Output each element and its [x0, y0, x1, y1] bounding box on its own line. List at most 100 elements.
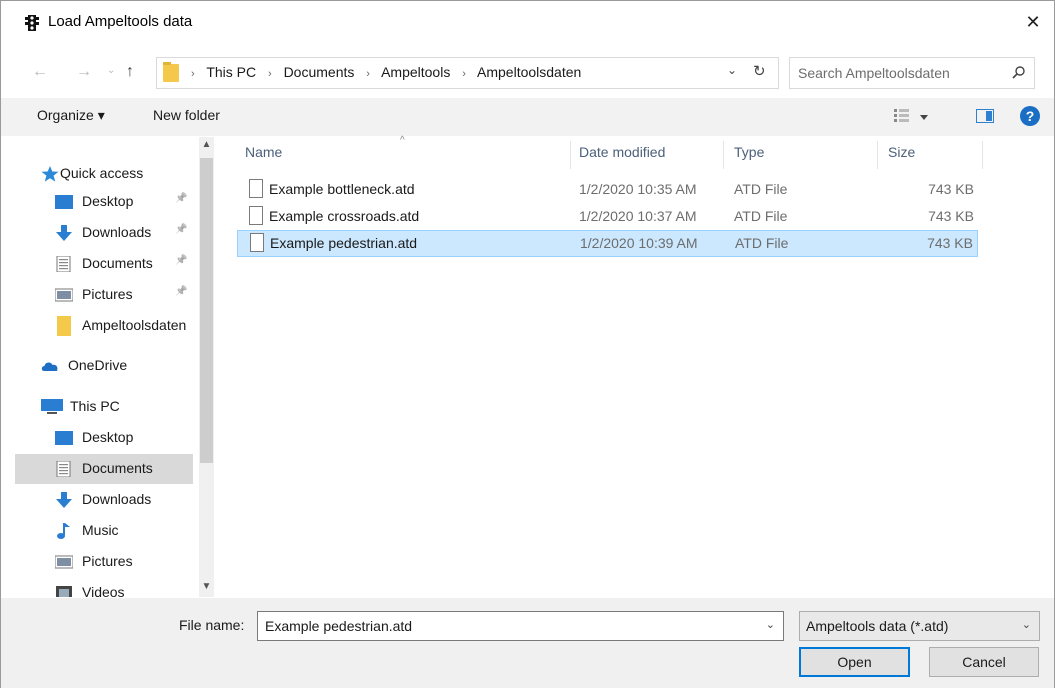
- sidebar-item-documents[interactable]: Documents 📌: [15, 249, 195, 279]
- sidebar-item-pc-documents[interactable]: Documents: [15, 454, 193, 484]
- sidebar-item-label: Music: [82, 522, 119, 538]
- breadcrumb-ampeltoolsdaten[interactable]: Ampeltoolsdaten: [477, 64, 581, 80]
- help-icon[interactable]: ?: [1020, 106, 1040, 126]
- computer-icon: [41, 399, 63, 414]
- breadcrumb-documents[interactable]: Documents: [284, 64, 355, 80]
- sidebar-item-label: Downloads: [82, 224, 152, 240]
- organize-button[interactable]: Organize ▾: [37, 107, 105, 124]
- column-divider[interactable]: [723, 141, 724, 169]
- pin-icon[interactable]: 📌: [175, 224, 187, 235]
- column-divider[interactable]: [570, 141, 571, 169]
- column-divider[interactable]: [982, 141, 983, 169]
- downloads-icon: [56, 492, 72, 508]
- pin-icon[interactable]: 📌: [175, 286, 187, 297]
- file-type-select[interactable]: Ampeltools data (*.atd) ⌄: [799, 611, 1040, 641]
- sidebar-item-this-pc[interactable]: This PC: [15, 392, 195, 422]
- file-size: 743 KB: [928, 208, 974, 224]
- sidebar-item-ampeltoolsdaten[interactable]: Ampeltoolsdaten: [15, 311, 195, 341]
- close-button[interactable]: ✕: [1016, 7, 1050, 37]
- sidebar-item-label: Documents: [82, 255, 153, 271]
- up-button[interactable]: ↑: [126, 63, 134, 81]
- file-name-field[interactable]: Example pedestrian.atd ⌄: [257, 611, 784, 641]
- scrollbar-thumb[interactable]: [200, 158, 213, 463]
- close-icon: ✕: [1025, 12, 1041, 32]
- breadcrumb-separator[interactable]: ›: [462, 68, 466, 80]
- file-type: ATD File: [734, 208, 788, 224]
- column-name[interactable]: Name: [245, 144, 282, 160]
- sidebar-item-onedrive[interactable]: OneDrive: [15, 351, 195, 381]
- breadcrumb-separator[interactable]: ›: [268, 68, 272, 80]
- file-name: Example bottleneck.atd: [269, 181, 415, 197]
- breadcrumb-separator[interactable]: ›: [366, 68, 370, 80]
- sidebar-item-label: Desktop: [82, 193, 134, 209]
- address-dropdown-icon[interactable]: ⌄: [727, 63, 737, 77]
- preview-pane-icon[interactable]: [976, 109, 994, 123]
- chevron-down-icon[interactable]: ⌄: [766, 618, 775, 631]
- documents-icon: [56, 461, 71, 477]
- address-bar[interactable]: › This PC › Documents › Ampeltools › Amp…: [156, 57, 779, 89]
- refresh-icon[interactable]: ↻: [753, 62, 766, 80]
- documents-icon: [56, 256, 71, 272]
- scroll-down-icon[interactable]: ▼: [199, 581, 214, 592]
- search-input[interactable]: Search Ampeltoolsdaten: [789, 57, 1035, 89]
- scroll-up-icon[interactable]: ▲: [199, 139, 214, 150]
- command-bar: Organize ▾ New folder ?: [1, 98, 1054, 136]
- column-size[interactable]: Size: [888, 144, 915, 160]
- file-name: Example crossroads.atd: [269, 208, 420, 224]
- back-button[interactable]: ←: [32, 63, 48, 81]
- sidebar-item-label: Quick access: [60, 165, 144, 181]
- new-folder-button[interactable]: New folder: [153, 107, 220, 123]
- file-name-value[interactable]: Example pedestrian.atd: [265, 618, 412, 634]
- file-row-selected[interactable]: Example pedestrian.atd 1/2/2020 10:39 AM…: [237, 230, 978, 257]
- file-date: 1/2/2020 10:35 AM: [579, 181, 697, 197]
- dialog-footer: File name: Example pedestrian.atd ⌄ Ampe…: [1, 598, 1054, 688]
- file-row[interactable]: Example crossroads.atd 1/2/2020 10:37 AM…: [237, 204, 978, 231]
- file-row[interactable]: Example bottleneck.atd 1/2/2020 10:35 AM…: [237, 177, 978, 204]
- file-icon: [250, 233, 264, 252]
- recent-locations-button[interactable]: ⌄: [107, 65, 115, 76]
- sidebar-item-downloads[interactable]: Downloads 📌: [15, 218, 195, 248]
- breadcrumb-separator[interactable]: ›: [191, 68, 195, 80]
- breadcrumb-ampeltools[interactable]: Ampeltools: [381, 64, 450, 80]
- change-view-icon[interactable]: [894, 108, 934, 126]
- sidebar-item-quick-access[interactable]: Quick access: [15, 159, 195, 189]
- breadcrumb-this-pc[interactable]: This PC: [206, 64, 256, 80]
- pin-icon[interactable]: 📌: [175, 193, 187, 204]
- window-title: Load Ampeltools data: [48, 13, 193, 30]
- file-type: ATD File: [735, 235, 789, 251]
- column-divider[interactable]: [877, 141, 878, 169]
- file-size: 743 KB: [928, 181, 974, 197]
- cancel-button[interactable]: Cancel: [929, 647, 1039, 677]
- sidebar-item-label: Desktop: [82, 429, 134, 445]
- sidebar-item-label: Ampeltoolsdaten: [82, 317, 187, 333]
- sidebar-item-pictures[interactable]: Pictures 📌: [15, 280, 195, 310]
- column-type[interactable]: Type: [734, 144, 764, 160]
- videos-icon: [56, 586, 72, 597]
- sidebar-item-label: Pictures: [82, 286, 133, 302]
- file-icon: [249, 179, 263, 198]
- sidebar-item-pc-desktop[interactable]: Desktop: [15, 423, 195, 453]
- forward-button[interactable]: →: [76, 63, 92, 81]
- file-date: 1/2/2020 10:39 AM: [580, 235, 698, 251]
- sidebar-item-music[interactable]: Music: [15, 516, 195, 546]
- file-type: ATD File: [734, 181, 788, 197]
- file-icon: [249, 206, 263, 225]
- cloud-icon: [41, 362, 58, 371]
- downloads-icon: [56, 225, 72, 241]
- sidebar-item-pc-pictures[interactable]: Pictures: [15, 547, 195, 577]
- file-list-header: Name ^ Date modified Type Size: [237, 135, 1037, 171]
- sidebar-item-videos[interactable]: Videos: [15, 578, 195, 597]
- navigation-pane: Quick access Desktop 📌 Downloads 📌 Docum…: [15, 137, 214, 597]
- traffic-light-icon: [25, 15, 39, 31]
- sidebar-item-label: Documents: [82, 460, 153, 476]
- column-date-modified[interactable]: Date modified: [579, 144, 665, 160]
- sidebar-item-desktop[interactable]: Desktop 📌: [15, 187, 195, 217]
- desktop-icon: [55, 431, 73, 445]
- search-icon: [1012, 66, 1025, 79]
- chevron-down-icon[interactable]: ⌄: [1022, 618, 1031, 631]
- sidebar-item-pc-downloads[interactable]: Downloads: [15, 485, 195, 515]
- file-date: 1/2/2020 10:37 AM: [579, 208, 697, 224]
- sidebar-item-label: OneDrive: [68, 357, 128, 373]
- pin-icon[interactable]: 📌: [175, 255, 187, 266]
- open-button[interactable]: Open: [799, 647, 910, 677]
